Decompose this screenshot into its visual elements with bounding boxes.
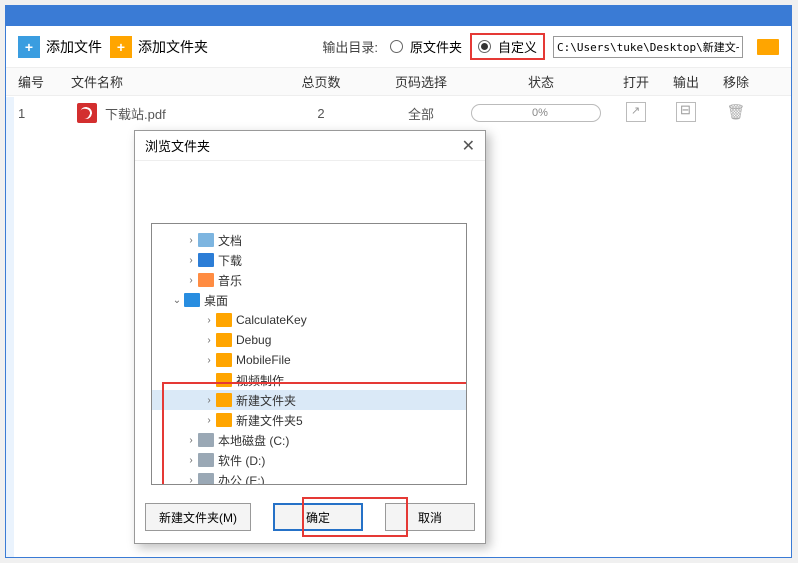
output-path-input[interactable] <box>553 36 743 58</box>
folder-icon <box>216 373 232 387</box>
chevron-right-icon[interactable]: › <box>184 433 198 447</box>
toolbar: + 添加文件 + 添加文件夹 输出目录: 原文件夹 自定义 <box>6 26 791 68</box>
folder-icon <box>216 333 232 347</box>
tree-item-ddrive[interactable]: ›软件 (D:) <box>152 450 466 470</box>
chevron-right-icon[interactable]: › <box>184 473 198 485</box>
cell-sel[interactable]: 全部 <box>371 104 471 123</box>
cancel-button[interactable]: 取消 <box>385 503 475 531</box>
chevron-right-icon[interactable]: › <box>202 353 216 367</box>
dialog-titlebar[interactable]: 浏览文件夹 ✕ <box>135 131 485 161</box>
add-file-label: 添加文件 <box>46 37 102 57</box>
chevron-down-icon[interactable]: ⌄ <box>170 293 184 307</box>
add-file-button[interactable]: + 添加文件 <box>18 36 102 58</box>
radio-original-label: 原文件夹 <box>410 37 462 56</box>
tree-item-desktop[interactable]: ⌄桌面 <box>152 290 466 310</box>
tree-item-video[interactable]: 视频制作 <box>152 370 466 390</box>
output-icon[interactable] <box>676 102 696 122</box>
highlight-box: 自定义 <box>470 33 545 60</box>
folder-icon <box>216 413 232 427</box>
radio-custom-label: 自定义 <box>498 37 537 56</box>
pdf-icon <box>77 103 97 123</box>
radio-icon <box>390 40 403 53</box>
add-folder-label: 添加文件夹 <box>138 37 208 57</box>
col-remove: 移除 <box>711 72 761 91</box>
chevron-right-icon[interactable]: › <box>184 253 198 267</box>
radio-original[interactable]: 原文件夹 <box>390 37 462 56</box>
folder-icon <box>216 313 232 327</box>
music-icon <box>198 273 214 287</box>
plus-icon: + <box>18 36 40 58</box>
drive-icon <box>198 433 214 447</box>
chevron-right-icon[interactable]: › <box>202 313 216 327</box>
delete-icon[interactable] <box>726 103 746 123</box>
tree-item-mobilefile[interactable]: ›MobileFile <box>152 350 466 370</box>
output-dir-label: 输出目录: <box>322 37 378 56</box>
close-icon[interactable]: ✕ <box>462 136 475 156</box>
add-folder-button[interactable]: + 添加文件夹 <box>110 36 208 58</box>
tree-item-debug[interactable]: ›Debug <box>152 330 466 350</box>
cell-open <box>611 102 661 125</box>
tree-item-calckey[interactable]: ›CalculateKey <box>152 310 466 330</box>
col-open: 打开 <box>611 72 661 91</box>
tree-item-newfolder[interactable]: ›新建文件夹 <box>152 390 466 410</box>
col-name: 文件名称 <box>61 72 271 91</box>
drive-icon <box>198 453 214 467</box>
folder-tree[interactable]: ›文档 ›下载 ›音乐 ⌄桌面 ›CalculateKey ›Debug ›Mo… <box>151 223 467 485</box>
col-output: 输出 <box>661 72 711 91</box>
folder-icon <box>216 393 232 407</box>
tree-item-edrive[interactable]: ›办公 (E:) <box>152 470 466 485</box>
chevron-right-icon[interactable]: › <box>202 333 216 347</box>
tree-item-docs[interactable]: ›文档 <box>152 230 466 250</box>
cell-status: 0% <box>471 104 611 122</box>
tree-item-cdrive[interactable]: ›本地磁盘 (C:) <box>152 430 466 450</box>
ok-button[interactable]: 确定 <box>273 503 363 531</box>
plus-icon: + <box>110 36 132 58</box>
progress-bar: 0% <box>471 104 601 122</box>
col-pages: 总页数 <box>271 72 371 91</box>
table-row[interactable]: 1 下载站.pdf 2 全部 0% <box>6 96 791 130</box>
chevron-right-icon[interactable]: › <box>184 233 198 247</box>
cell-remove <box>711 103 761 123</box>
open-icon[interactable] <box>626 102 646 122</box>
tree-item-music[interactable]: ›音乐 <box>152 270 466 290</box>
left-strip <box>6 97 14 557</box>
browse-folder-dialog: 浏览文件夹 ✕ ›文档 ›下载 ›音乐 ⌄桌面 ›CalculateKey ›D… <box>134 130 486 544</box>
radio-icon <box>478 40 491 53</box>
chevron-right-icon[interactable]: › <box>184 453 198 467</box>
dialog-buttons: 新建文件夹(M) 确定 取消 <box>135 503 485 531</box>
download-icon <box>198 253 214 267</box>
drive-icon <box>198 473 214 485</box>
chevron-right-icon[interactable]: › <box>202 413 216 427</box>
col-idx: 编号 <box>6 72 61 91</box>
tree-item-downloads[interactable]: ›下载 <box>152 250 466 270</box>
col-status: 状态 <box>471 72 611 91</box>
tree-item-newfolder5[interactable]: ›新建文件夹5 <box>152 410 466 430</box>
table-header: 编号 文件名称 总页数 页码选择 状态 打开 输出 移除 <box>6 68 791 96</box>
cell-name: 下载站.pdf <box>61 103 271 123</box>
new-folder-button[interactable]: 新建文件夹(M) <box>145 503 251 531</box>
document-icon <box>198 233 214 247</box>
cell-pages: 2 <box>271 106 371 121</box>
browse-folder-button[interactable] <box>757 39 779 55</box>
radio-custom[interactable]: 自定义 <box>478 37 537 56</box>
folder-icon <box>216 353 232 367</box>
dialog-title: 浏览文件夹 <box>145 136 210 155</box>
col-sel: 页码选择 <box>371 72 471 91</box>
cell-idx: 1 <box>6 106 61 121</box>
cell-output <box>661 102 711 125</box>
chevron-right-icon[interactable]: › <box>202 393 216 407</box>
chevron-right-icon[interactable]: › <box>184 273 198 287</box>
filename-text: 下载站.pdf <box>105 104 166 123</box>
titlebar[interactable] <box>6 6 791 26</box>
desktop-icon <box>184 293 200 307</box>
